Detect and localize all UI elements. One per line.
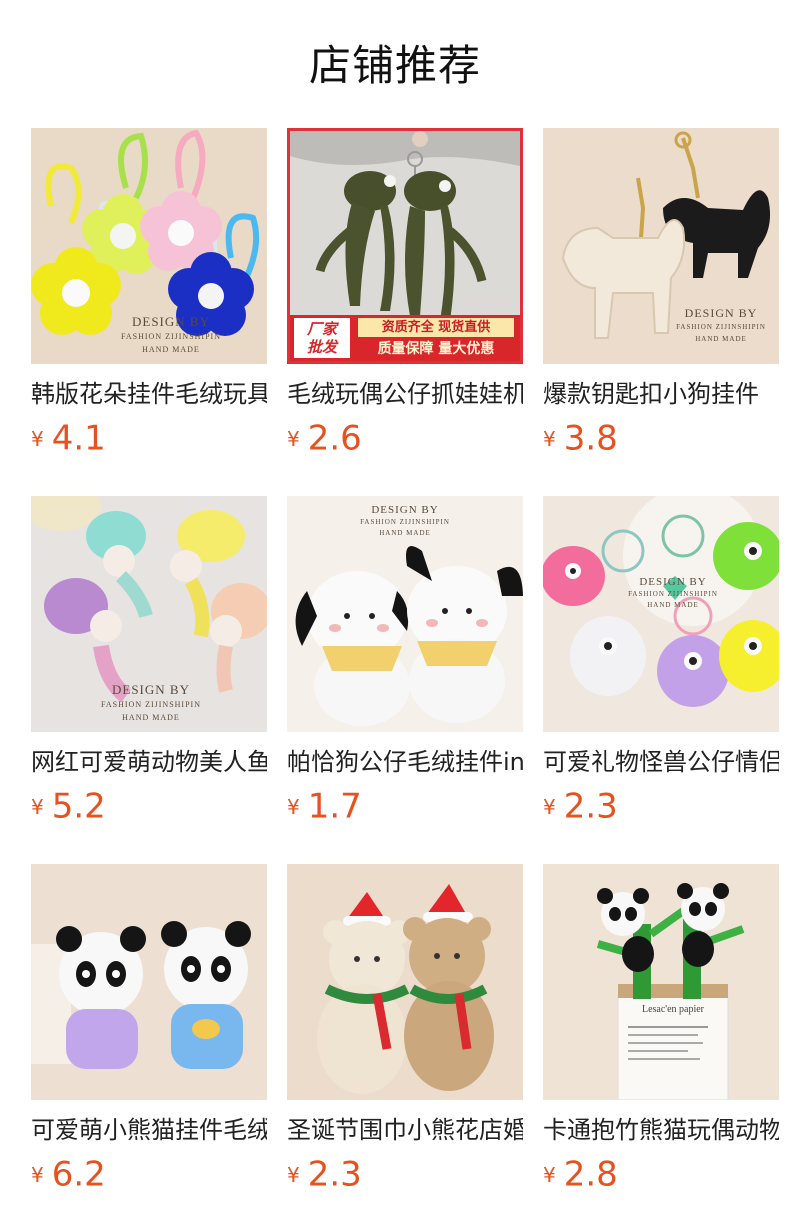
product-title[interactable]: 卡通抱竹熊猫玩偶动物 xyxy=(543,1114,779,1146)
product-price: ¥2.6 xyxy=(287,418,523,459)
product-image[interactable]: Lesac'en papier xyxy=(543,864,779,1100)
product-title[interactable]: 韩版花朵挂件毛绒玩具 xyxy=(31,378,267,410)
currency-symbol: ¥ xyxy=(287,1162,300,1187)
watermark: Lesac'en papier xyxy=(641,1004,705,1015)
product-image[interactable]: DESIGN BY FASHION ZIJINSHIPIN HAND MADE xyxy=(543,128,779,364)
watermark: DESIGN BY FASHION ZIJINSHIPIN HAND MADE xyxy=(676,306,766,343)
promo-badge: 厂家 批发 资质齐全 现货直供 质量保障 量大优惠 xyxy=(290,315,520,361)
product-price: ¥2.8 xyxy=(543,1154,779,1195)
price-value: 2.8 xyxy=(563,1154,618,1195)
currency-symbol: ¥ xyxy=(543,426,556,451)
product-price: ¥3.8 xyxy=(543,418,779,459)
product-title[interactable]: 帕恰狗公仔毛绒挂件ins xyxy=(287,746,523,778)
watermark: DESIGN BY FASHION ZIJINSHIPIN HAND MADE xyxy=(101,682,201,722)
price-value: 1.7 xyxy=(307,786,362,827)
product-image[interactable]: DESIGN BY FASHION ZIJINSHIPIN HAND MADE xyxy=(31,128,267,364)
product-card[interactable]: 厂家 批发 资质齐全 现货直供 质量保障 量大优惠 毛绒玩偶公仔抓娃娃机 ¥2.… xyxy=(287,128,523,496)
product-grid: DESIGN BY FASHION ZIJINSHIPIN HAND MADE … xyxy=(31,128,779,1232)
product-price: ¥5.2 xyxy=(31,786,267,827)
price-value: 2.3 xyxy=(563,786,618,827)
currency-symbol: ¥ xyxy=(543,1162,556,1187)
badge-right-bottom: 质量保障 量大优惠 xyxy=(377,341,495,357)
watermark: DESIGN BY FASHION ZIJINSHIPIN HAND MADE xyxy=(360,504,450,537)
currency-symbol: ¥ xyxy=(287,426,300,451)
product-price: ¥2.3 xyxy=(287,1154,523,1195)
product-title[interactable]: 爆款钥匙扣小狗挂件 xyxy=(543,378,779,410)
currency-symbol: ¥ xyxy=(543,794,556,819)
page-title: 店铺推荐 xyxy=(308,41,481,90)
price-value: 2.6 xyxy=(307,418,362,459)
price-value: 2.3 xyxy=(307,1154,362,1195)
currency-symbol: ¥ xyxy=(31,794,44,819)
price-value: 3.8 xyxy=(563,418,618,459)
product-card[interactable]: DESIGN BY FASHION ZIJINSHIPIN HAND MADE … xyxy=(31,128,267,496)
product-title[interactable]: 毛绒玩偶公仔抓娃娃机 xyxy=(287,378,523,410)
currency-symbol: ¥ xyxy=(31,426,44,451)
badge-left: 厂家 批发 xyxy=(294,318,350,358)
product-price: ¥2.3 xyxy=(543,786,779,827)
currency-symbol: ¥ xyxy=(287,794,300,819)
product-image[interactable]: DESIGN BY FASHION ZIJINSHIPIN HAND MADE xyxy=(31,496,267,732)
product-title[interactable]: 圣诞节围巾小熊花店婚 xyxy=(287,1114,523,1146)
product-card[interactable]: DESIGN BY FASHION ZIJINSHIPIN HAND MADE … xyxy=(31,496,267,864)
product-title[interactable]: 可爱礼物怪兽公仔情侣 xyxy=(543,746,779,778)
product-image[interactable]: 厂家 批发 资质齐全 现货直供 质量保障 量大优惠 xyxy=(287,128,523,364)
product-image[interactable]: DESIGN BY FASHION ZIJINSHIPIN HAND MADE xyxy=(543,496,779,732)
product-card[interactable]: DESIGN BY FASHION ZIJINSHIPIN HAND MADE … xyxy=(543,496,779,864)
product-price: ¥1.7 xyxy=(287,786,523,827)
product-card[interactable]: 圣诞节围巾小熊花店婚 ¥2.3 xyxy=(287,864,523,1232)
product-title[interactable]: 可爱萌小熊猫挂件毛绒 xyxy=(31,1114,267,1146)
currency-symbol: ¥ xyxy=(31,1162,44,1187)
watermark: DESIGN BY FASHION ZIJINSHIPIN HAND MADE xyxy=(628,576,718,609)
badge-right-top: 资质齐全 现货直供 xyxy=(358,318,514,337)
product-card[interactable]: DESIGN BY FASHION ZIJINSHIPIN HAND MADE … xyxy=(543,128,779,496)
price-value: 6.2 xyxy=(51,1154,106,1195)
product-image[interactable] xyxy=(31,864,267,1100)
product-price: ¥6.2 xyxy=(31,1154,267,1195)
product-price: ¥4.1 xyxy=(31,418,267,459)
price-value: 5.2 xyxy=(51,786,106,827)
product-card[interactable]: 可爱萌小熊猫挂件毛绒 ¥6.2 xyxy=(31,864,267,1232)
product-title[interactable]: 网红可爱萌动物美人鱼 xyxy=(31,746,267,778)
watermark: DESIGN BY FASHION ZIJINSHIPIN HAND MADE xyxy=(121,314,221,354)
product-card[interactable]: Lesac'en papier 卡通抱竹熊猫玩偶动物 ¥2.8 xyxy=(543,864,779,1232)
product-image[interactable]: DESIGN BY FASHION ZIJINSHIPIN HAND MADE xyxy=(287,496,523,732)
product-card[interactable]: DESIGN BY FASHION ZIJINSHIPIN HAND MADE … xyxy=(287,496,523,864)
price-value: 4.1 xyxy=(51,418,106,459)
product-image[interactable] xyxy=(287,864,523,1100)
